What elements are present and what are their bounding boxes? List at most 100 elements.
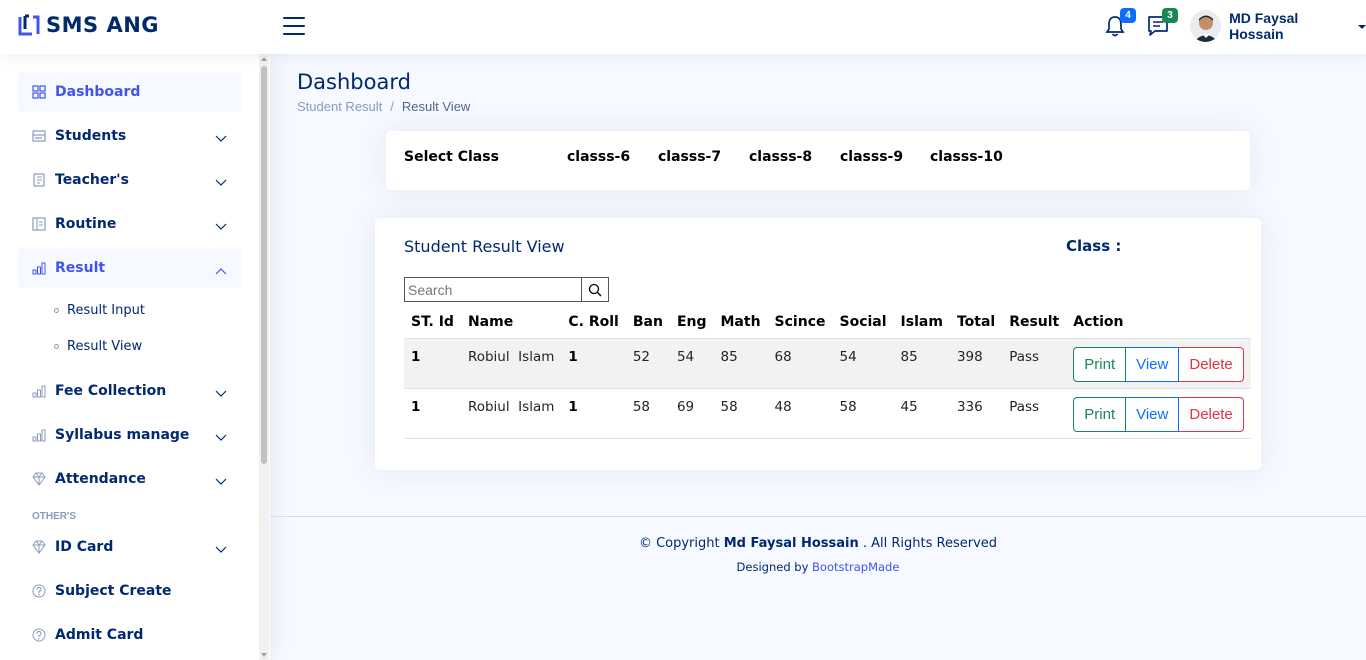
search-icon — [588, 283, 602, 296]
cell-result: Pass — [1002, 337, 1067, 388]
top-header: SMS ANG 4 3 MD Faysal Hossain — [0, 0, 1366, 54]
chevron-down-icon — [215, 473, 227, 489]
cell-social: 54 — [832, 337, 894, 388]
print-button[interactable]: Print — [1073, 346, 1127, 382]
chevron-up-icon — [215, 262, 227, 278]
sidebar-item-id-card[interactable]: ID Card — [18, 527, 241, 567]
sidebar-item-label: Students — [55, 128, 127, 144]
sidebar-item-label: Fee Collection — [55, 383, 167, 399]
cell-islam: 45 — [893, 387, 950, 439]
column-header: Name — [467, 313, 514, 330]
cell-social: 58 — [832, 387, 894, 439]
cell-st-id: 1 — [404, 387, 461, 439]
column-header: ST. Id — [411, 313, 454, 330]
sidebar-item-subject-create[interactable]: Subject Create — [18, 571, 241, 611]
search-button[interactable] — [582, 277, 609, 302]
cell-roll: 1 — [561, 337, 626, 388]
table-row: 1 Robiul Islam 1 52 54 85 68 54 85 398 P… — [404, 337, 1251, 388]
scrollbar-thumb[interactable] — [261, 66, 267, 464]
sidebar-item-fee-collection[interactable]: Fee Collection — [18, 371, 241, 411]
bootstrapmade-link[interactable]: BootstrapMade — [812, 560, 899, 574]
select-class-label: Select Class — [404, 149, 499, 165]
table-header-row: ST. Id Name C. Roll Ban Eng Math Scince … — [404, 306, 1251, 338]
sidebar-subitem-result-view[interactable]: Result View — [54, 339, 142, 354]
column-header: Result — [1009, 313, 1060, 330]
print-button[interactable]: Print — [1073, 396, 1127, 432]
sidebar-item-label: Syllabus manage — [55, 427, 190, 443]
cell-ban: 58 — [625, 387, 670, 439]
sidebar-item-syllabus-manage[interactable]: Syllabus manage — [18, 415, 241, 455]
delete-button[interactable]: Delete — [1179, 396, 1244, 432]
menu-button-icon — [32, 129, 46, 143]
breadcrumb-separator: / — [390, 99, 394, 114]
class-option[interactable]: classs-8 — [749, 149, 812, 165]
sidebar-subitem-result-input[interactable]: Result Input — [54, 303, 145, 318]
gem-icon — [32, 472, 46, 486]
class-option[interactable]: classs-9 — [840, 149, 903, 165]
sidebar-item-teachers[interactable]: Teacher's — [18, 160, 241, 200]
sidebar-item-routine[interactable]: Routine — [18, 204, 241, 244]
sidebar-item-label: Attendance — [55, 471, 146, 487]
cell-action: Print View Delete — [1066, 387, 1251, 439]
sidebar-item-label: Admit Card — [55, 627, 144, 643]
sidebar-item-label: Teacher's — [55, 172, 129, 188]
column-header: Social — [839, 313, 887, 330]
column-header: C. Roll — [568, 313, 619, 330]
column-header: Action — [1073, 313, 1124, 330]
profile-dropdown[interactable]: MD Faysal Hossain — [1190, 10, 1366, 42]
cell-ban: 52 — [625, 337, 670, 388]
sidebar-item-result[interactable]: Result — [18, 248, 241, 288]
class-option[interactable]: classs-7 — [658, 149, 721, 165]
grid-icon — [32, 85, 46, 99]
search-form — [404, 277, 609, 302]
scroll-down-arrow-icon[interactable] — [261, 653, 267, 657]
cell-result: Pass — [1002, 387, 1067, 439]
sidebar-item-students[interactable]: Students — [18, 116, 241, 156]
sidebar-toggle-icon[interactable] — [283, 17, 305, 37]
chevron-down-icon — [215, 541, 227, 557]
column-header: Total — [956, 313, 996, 330]
cell-action: Print View Delete — [1066, 337, 1251, 388]
column-header: Math — [720, 313, 761, 330]
copyright-prefix: © Copyright — [638, 536, 720, 551]
footer: © Copyright Md Faysal Hossain . All Righ… — [270, 516, 1366, 574]
cell-islam: 85 — [893, 337, 950, 388]
messages-chat-icon[interactable]: 3 — [1146, 8, 1178, 38]
sidebar-subitem-label: Result View — [67, 339, 143, 354]
breadcrumb-current: Result View — [401, 99, 471, 114]
class-option[interactable]: classs-10 — [930, 149, 1003, 165]
logo[interactable]: SMS ANG — [18, 13, 159, 37]
sidebar-item-label: Dashboard — [55, 84, 141, 100]
breadcrumb-link[interactable]: Student Result — [297, 99, 382, 114]
column-header: Eng — [676, 313, 707, 330]
chevron-down-icon — [215, 130, 227, 146]
search-input[interactable] — [404, 277, 582, 302]
action-button-group: Print View Delete — [1073, 396, 1244, 432]
layout-text-icon — [32, 217, 46, 231]
delete-button[interactable]: Delete — [1179, 346, 1244, 382]
class-option[interactable]: classs-6 — [567, 149, 630, 165]
sidebar-item-admit-card[interactable]: Admit Card — [18, 615, 241, 655]
notifications-bell-icon[interactable]: 4 — [1104, 8, 1136, 38]
cell-total: 398 — [949, 337, 1003, 388]
footer-copyright: © Copyright Md Faysal Hossain . All Righ… — [270, 536, 1366, 551]
page-title: Dashboard — [297, 70, 411, 94]
question-circle-icon — [32, 628, 46, 642]
cell-roll: 1 — [561, 387, 626, 439]
logo-icon — [18, 14, 40, 36]
cell-st-id: 1 — [404, 337, 461, 388]
sidebar-scrollbar[interactable] — [259, 54, 269, 660]
sidebar-item-attendance[interactable]: Attendance — [18, 459, 241, 499]
footer-credits: Designed by BootstrapMade — [270, 560, 1366, 574]
view-button[interactable]: View — [1126, 346, 1180, 382]
column-header: Islam — [900, 313, 943, 330]
sidebar-item-dashboard[interactable]: Dashboard — [18, 72, 241, 112]
scroll-up-arrow-icon[interactable] — [261, 57, 267, 61]
sidebar-item-label: Result — [55, 260, 106, 276]
cell-eng: 54 — [669, 337, 714, 388]
view-button[interactable]: View — [1126, 396, 1180, 432]
sidebar: Dashboard Students Teacher's Routine Res… — [0, 54, 270, 660]
question-circle-icon — [32, 584, 46, 598]
bar-chart-icon — [32, 261, 46, 275]
profile-name: MD Faysal Hossain — [1229, 10, 1299, 42]
